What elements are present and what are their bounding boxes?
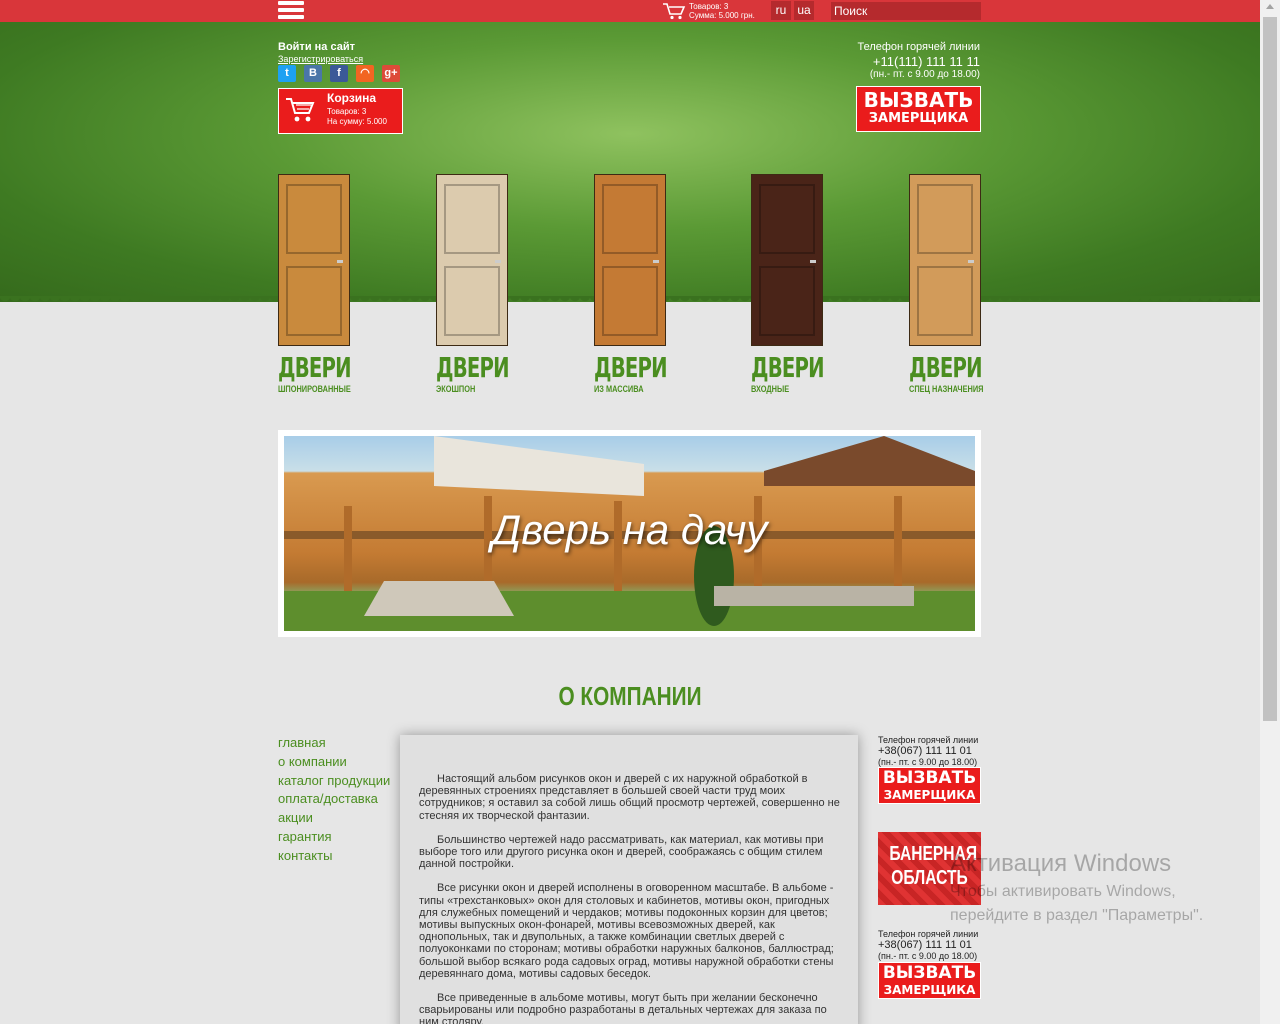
facebook-icon[interactable]: f — [330, 65, 348, 82]
door-category-link[interactable]: ДВЕРИ шпонированные — [278, 351, 371, 395]
cart-box[interactable]: Корзина Товаров: 3 На сумму: 5.000 — [278, 88, 403, 134]
sidebar-hours: (пн.- пт. с 9.00 до 18.00) — [878, 951, 978, 961]
search-input[interactable] — [831, 2, 981, 20]
nav-link[interactable]: контакты — [278, 847, 390, 866]
door-category-subtitle: экошпон — [436, 384, 476, 394]
call-button-line2: ЗАМЕРЩИКА — [868, 111, 969, 126]
sidebar-hotline-2: Телефон горячей линии +38(067) 111 11 01… — [878, 929, 982, 961]
scrollbar-thumb[interactable] — [1263, 17, 1277, 721]
door-category-title: ДВЕРИ — [594, 351, 668, 384]
cart-sum: На сумму: 5.000 — [327, 117, 387, 126]
menu-icon[interactable] — [278, 1, 304, 21]
door-category-subtitle: из массива — [594, 384, 644, 394]
about-content: Настоящий альбом рисунков окон и дверей … — [400, 735, 858, 1024]
twitter-icon[interactable]: t — [278, 65, 296, 82]
login-link[interactable]: Войти на сайт — [278, 41, 363, 53]
call-button-line2: ЗАМЕРЩИКА — [883, 788, 976, 802]
door-panels — [917, 184, 974, 336]
cart-icon — [286, 98, 315, 122]
hotline-label: Телефон горячей линии — [857, 41, 980, 53]
vk-icon[interactable]: В — [304, 65, 322, 82]
nav-link[interactable]: акции — [278, 809, 390, 828]
nav-link[interactable]: оплата/доставка — [278, 790, 390, 809]
nav-link[interactable]: о компании — [278, 753, 390, 772]
about-paragraph: Все рисунки окон и дверей исполнены в ог… — [419, 882, 834, 980]
lang-ru[interactable]: ru — [771, 1, 791, 20]
door-panels — [444, 184, 501, 336]
sidebar-hotline-1: Телефон горячей линии +38(067) 111 11 01… — [878, 735, 982, 767]
hotline-hours: (пн.- пт. с 9.00 до 18.00) — [869, 69, 980, 80]
login-block: Войти на сайт Зарегистрироваться — [278, 41, 363, 64]
door-category-link[interactable]: ДВЕРИ входные — [751, 351, 844, 395]
cart-items: Товаров: 3 — [327, 107, 367, 116]
call-button-line1: ВЫЗВАТЬ — [882, 768, 977, 788]
rss-icon[interactable]: ◠ — [356, 65, 374, 82]
watermark-line2: Чтобы активировать Windows, — [950, 883, 1176, 900]
nav-link[interactable]: гарантия — [278, 828, 390, 847]
windows-activation-watermark: Активация Windows Чтобы активировать Win… — [950, 850, 1203, 928]
door-panels — [286, 184, 343, 336]
door-category-subtitle: спец назначения — [909, 384, 984, 394]
door-category-link[interactable]: ДВЕРИ спец назначения — [909, 351, 1002, 395]
door-category-title: ДВЕРИ — [436, 351, 510, 384]
door-category-subtitle: шпонированные — [278, 384, 351, 394]
door-image[interactable] — [436, 174, 508, 346]
about-paragraph: Все приведенные в альбоме мотивы, могут … — [419, 992, 827, 1024]
call-measurer-button[interactable]: ВЫЗВАТЬ ЗАМЕРЩИКА — [856, 86, 981, 132]
sidebar-hotline-label: Телефон горячей линии — [878, 929, 979, 939]
door-image[interactable] — [278, 174, 350, 346]
banner-image: Дверь на дачу — [284, 436, 975, 631]
hotline-phone: +11(111) 111 11 11 — [872, 54, 980, 69]
about-paragraph: Большинство чертежей надо рассматривать,… — [419, 833, 824, 871]
sidebar-phone: +38(067) 111 11 01 — [878, 939, 972, 951]
nav-link[interactable]: главная — [278, 734, 390, 753]
door-category-link[interactable]: ДВЕРИ экошпон — [436, 351, 529, 395]
door-category-title: ДВЕРИ — [278, 351, 352, 384]
door-panels — [602, 184, 659, 336]
cart-icon — [663, 3, 686, 20]
social-links: t Вf ◠ g+ — [278, 65, 400, 82]
door-category-title: ДВЕРИ — [751, 351, 825, 384]
call-button-line2: ЗАМЕРЩИКА — [883, 983, 976, 997]
sidebar-call-button-2[interactable]: ВЫЗВАТЬ ЗАМЕРЩИКА — [878, 962, 981, 999]
mini-cart-sum: Сумма: 5.000 грн. — [689, 11, 755, 20]
call-button-line1: ВЫЗВАТЬ — [882, 963, 977, 983]
watermark-title: Активация Windows — [950, 850, 1172, 877]
promo-banner[interactable]: Дверь на дачу — [278, 430, 981, 637]
sidebar-hotline-label: Телефон горячей линии — [878, 735, 979, 745]
about-title: О КОМПАНИИ — [558, 681, 702, 711]
google-plus-icon[interactable]: g+ — [382, 65, 400, 82]
door-image[interactable] — [909, 174, 981, 346]
watermark-line3: перейдите в раздел "Параметры". — [950, 907, 1204, 924]
top-bar: Товаров: 3 Сумма: 5.000 грн. ru ua — [0, 0, 1260, 22]
mini-cart[interactable]: Товаров: 3 Сумма: 5.000 грн. — [662, 1, 755, 21]
door-image[interactable] — [751, 174, 823, 346]
mini-cart-items: Товаров: 3 — [689, 2, 729, 11]
hotline-header: Телефон горячей линии +11(111) 111 11 11… — [830, 41, 980, 80]
door-category-link[interactable]: ДВЕРИ из массива — [594, 351, 687, 395]
about-paragraph: Настоящий альбом рисунков окон и дверей … — [419, 773, 840, 822]
door-category-subtitle: входные — [751, 384, 790, 394]
call-button-line1: ВЫЗВАТЬ — [863, 88, 974, 112]
banner-title: Дверь на дачу — [491, 506, 768, 553]
sidebar-hours: (пн.- пт. с 9.00 до 18.00) — [878, 757, 978, 767]
door-panels — [759, 184, 816, 336]
sidebar-call-button-1[interactable]: ВЫЗВАТЬ ЗАМЕРЩИКА — [878, 767, 981, 804]
cart-title: Корзина — [327, 91, 377, 105]
sidebar-phone: +38(067) 111 11 01 — [878, 745, 972, 757]
nav-link[interactable]: каталог продукции — [278, 772, 390, 791]
register-link[interactable]: Зарегистрироваться — [278, 54, 363, 64]
scroll-up-icon[interactable] — [1266, 4, 1274, 9]
door-category-title: ДВЕРИ — [909, 351, 983, 384]
page-scrollbar[interactable] — [1260, 0, 1280, 1024]
left-nav: главная о компании каталог продукции оплата… — [278, 734, 390, 866]
lang-ua[interactable]: ua — [794, 1, 814, 20]
door-image[interactable] — [594, 174, 666, 346]
